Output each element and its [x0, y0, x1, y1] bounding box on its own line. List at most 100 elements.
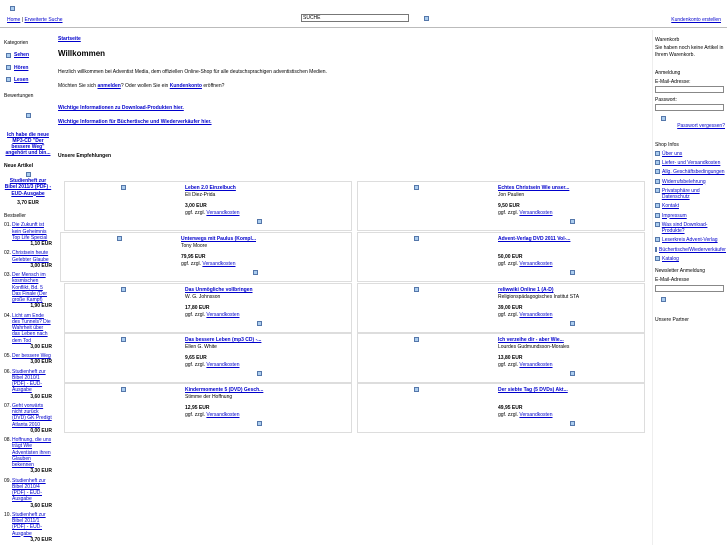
product-title-link[interactable]: Kindermomente 5 (DVD) Gesch... [185, 387, 263, 393]
shipping-link[interactable]: Versandkosten [202, 261, 235, 267]
product-title-link[interactable]: Ich verzeihe dir - aber Wie... [498, 337, 564, 343]
add-to-cart-icon[interactable] [570, 371, 575, 376]
shop-info-item[interactable]: Büchertische/Wiederverkäufer [655, 246, 726, 253]
forgot-password-link[interactable]: Passwort vergessen? [677, 123, 725, 129]
new-item-image-icon[interactable] [25, 171, 31, 177]
shop-info-link[interactable]: Privatsphäre und Datenschutz [662, 188, 725, 201]
breadcrumb[interactable]: Startseite [58, 36, 81, 42]
bestseller-link[interactable]: Der Mensch im kosmischen Konflikt, Bd. 5… [12, 272, 52, 303]
product-image-icon[interactable] [121, 387, 126, 392]
login-title: Anmeldung [655, 69, 681, 76]
shipping-prefix: ggf. zzgl. [498, 412, 519, 418]
product-image-icon[interactable] [414, 387, 419, 392]
shop-info-item[interactable]: Leserkreis Advent-Verlag [655, 237, 725, 243]
product-title-link[interactable]: Unterwegs mit Paulus (Kompl... [181, 236, 256, 242]
add-to-cart-icon[interactable] [570, 270, 575, 275]
shop-info-link[interactable]: Widerrufsbelehrung [662, 179, 706, 185]
shipping-link[interactable]: Versandkosten [519, 412, 552, 418]
login-submit-icon[interactable] [661, 116, 666, 122]
add-to-cart-icon[interactable] [257, 421, 262, 426]
shop-info-item[interactable]: Was sind Download-Produkte? [655, 221, 725, 235]
shop-info-link[interactable]: Kontakt [662, 203, 679, 209]
category-label[interactable]: Hören [14, 65, 28, 71]
bestseller-link[interactable]: Die Zukunft ist kein Geheimnis Top Life … [12, 222, 52, 241]
shop-info-item[interactable]: Allg. Geschäftsbedingungen [655, 169, 725, 175]
bestseller-link[interactable]: Geht vorwärts nicht zurück (DVD) GK Pred… [12, 403, 52, 428]
shipping-link[interactable]: Versandkosten [206, 210, 239, 216]
shop-info-item[interactable]: Über uns [655, 150, 725, 157]
product-image-icon[interactable] [121, 185, 126, 190]
product-image-icon[interactable] [121, 287, 126, 292]
shop-info-link[interactable]: Liefer- und Versandkosten [662, 160, 720, 166]
search-button-icon[interactable] [424, 16, 429, 21]
shipping-link[interactable]: Versandkosten [206, 362, 239, 368]
product-title-link[interactable]: Das bessere Leben (mp3 CD) -... [185, 337, 261, 343]
shop-info-link[interactable]: Über uns [662, 151, 682, 157]
shipping-link[interactable]: Versandkosten [519, 210, 552, 216]
shop-info-link[interactable]: Katalog [662, 256, 679, 262]
shipping-link[interactable]: Versandkosten [519, 261, 552, 267]
review-image-icon[interactable] [25, 113, 31, 119]
bestseller-link[interactable]: Studienheft zur Bibel 2010/1 (PDF) - EUD… [12, 369, 52, 394]
shop-info-item[interactable]: Liefer- und Versandkosten [655, 160, 725, 166]
product-image-icon[interactable] [414, 287, 419, 292]
shop-info-link[interactable]: Impressum [662, 213, 687, 219]
account-link[interactable]: Kundenkonto [170, 83, 202, 89]
add-to-cart-icon[interactable] [257, 219, 262, 224]
download-info-link[interactable]: Wichtige Informationen zu Download-Produ… [58, 105, 184, 111]
password-field[interactable] [655, 103, 724, 111]
category-item-lesen[interactable]: Lesen [6, 77, 52, 83]
newsletter-submit-icon[interactable] [661, 296, 666, 302]
shop-info-link[interactable]: Was sind Download-Produkte? [662, 222, 725, 235]
login-link[interactable]: anmelden [97, 83, 120, 89]
shop-info-link[interactable]: Allg. Geschäftsbedingungen [662, 169, 725, 175]
category-label[interactable]: Lesen [14, 77, 28, 83]
shipping-link[interactable]: Versandkosten [519, 362, 552, 368]
product-title-link[interactable]: reliwwiki Online 1 (A-D) [498, 287, 554, 293]
product-title-link[interactable]: Advent-Verlag DVD 2011 Vol-... [498, 236, 570, 242]
newsletter-email-field[interactable] [655, 284, 724, 292]
product-image-icon[interactable] [414, 337, 419, 342]
shop-info-item[interactable]: Katalog [655, 255, 725, 262]
bestseller-link[interactable]: Studienheft zur Bibel 2010/4 (PDF) - EUD… [12, 478, 52, 503]
category-label[interactable]: Sehen [14, 52, 29, 58]
shop-info-item[interactable]: Privatsphäre und Datenschutz [655, 187, 725, 201]
new-item-link[interactable]: Studienheft zur Bibel 2011/3 (PDF) - EUD… [5, 178, 51, 197]
shipping-link[interactable]: Versandkosten [206, 412, 239, 418]
review-link[interactable]: Ich habe die neue MP3-CD "Der bessere We… [6, 132, 51, 157]
search-input[interactable] [301, 14, 409, 22]
bestseller-link[interactable]: Christsein heute Gelebter Glaube [12, 250, 52, 263]
add-to-cart-icon[interactable] [570, 219, 575, 224]
product-title-link[interactable]: Der siebte Tag (5 DVDs) Akt... [498, 387, 568, 393]
shop-info-item[interactable]: Widerrufsbelehrung [655, 178, 725, 185]
advanced-search-link[interactable]: Erweiterte Suche [24, 17, 62, 23]
shop-info-link[interactable]: Büchertische/Wiederverkäufer [659, 247, 726, 253]
reseller-info-link[interactable]: Wichtige Information für Büchertische un… [58, 119, 212, 125]
bestseller-link[interactable]: Licht am Ende des Tunnels? Die Wahrheit … [12, 313, 52, 344]
bestseller-rank: 05. [4, 353, 11, 359]
product-image-icon[interactable] [121, 337, 126, 342]
home-link[interactable]: Home [7, 17, 20, 23]
bestseller-link[interactable]: Studienheft zur Bibel 2011/1 (PDF) - EUD… [12, 512, 52, 537]
category-item-hoeren[interactable]: Hören [6, 65, 52, 71]
add-to-cart-icon[interactable] [253, 270, 258, 275]
product-image-icon[interactable] [117, 236, 122, 241]
email-field[interactable] [655, 86, 724, 94]
shop-info-item[interactable]: Impressum [655, 212, 725, 219]
product-title-link[interactable]: Das Unmögliche vollbringen [185, 287, 253, 293]
product-title-link[interactable]: Leben 2.0 Einzelbuch [185, 185, 236, 191]
product-image-icon[interactable] [414, 236, 419, 241]
shop-info-link[interactable]: Leserkreis Advent-Verlag [662, 237, 718, 243]
add-to-cart-icon[interactable] [570, 421, 575, 426]
add-to-cart-icon[interactable] [570, 321, 575, 326]
product-image-icon[interactable] [414, 185, 419, 190]
add-to-cart-icon[interactable] [257, 321, 262, 326]
shipping-link[interactable]: Versandkosten [519, 312, 552, 318]
shop-info-item[interactable]: Kontakt [655, 203, 725, 209]
product-title-link[interactable]: Echtes Christsein Wie unser... [498, 185, 569, 191]
shipping-link[interactable]: Versandkosten [206, 312, 239, 318]
bestseller-link[interactable]: Hoffnung, die uns trägt Wie Adventisten … [12, 437, 52, 468]
category-item-sehen[interactable]: Sehen [6, 52, 52, 58]
add-to-cart-icon[interactable] [257, 371, 262, 376]
create-account-link[interactable]: Kundenkonto erstellen [671, 17, 721, 23]
